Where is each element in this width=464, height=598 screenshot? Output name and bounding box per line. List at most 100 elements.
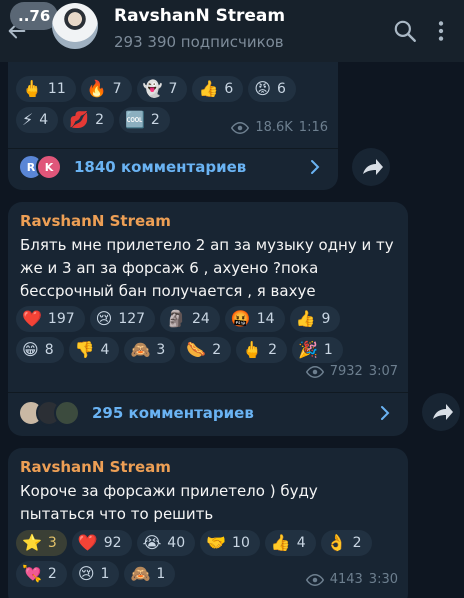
grinning-face-icon: 😁 — [22, 340, 39, 359]
comments-button[interactable]: 295 комментариев — [18, 396, 398, 430]
subscriber-count: 293 390 подписчиков — [114, 33, 284, 51]
party-popper-icon: 🎉 — [297, 340, 318, 359]
avatar — [54, 400, 80, 426]
kiss-lips-icon: 💋 — [69, 110, 90, 129]
reaction-count: 2 — [352, 535, 362, 551]
reaction-pill[interactable]: ❤️ 92 — [71, 530, 132, 556]
reaction-pill[interactable]: 😡 6 — [248, 76, 296, 102]
reaction-count: 92 — [103, 535, 122, 551]
cursing-face-icon: 🤬 — [230, 309, 251, 328]
eye-icon — [305, 573, 324, 586]
post-author[interactable]: RavshanN Stream — [20, 212, 171, 230]
reaction-pill[interactable]: 🖕 11 — [16, 76, 76, 102]
reactions-row: ❤️ 197 😢 127 🗿 24 🤬 14 👍 9 😁 8 👎 4 🙈 3 🌭 2 🖕 2 🎉 1 — [16, 306, 386, 363]
channel-title[interactable]: RavshanN Stream — [114, 6, 285, 26]
heart-icon: ❤️ — [77, 533, 98, 552]
reaction-count: 1 — [156, 566, 166, 582]
reaction-count: 2 — [212, 342, 222, 358]
comments-button[interactable]: R K 1840 комментариев — [18, 150, 328, 184]
commenter-avatars: R K — [18, 154, 62, 180]
chevron-right-icon — [381, 406, 390, 420]
reaction-pill[interactable]: 🔥 7 — [80, 76, 132, 102]
post-text: Короче за форсажи прилетело ) буду пытат… — [20, 482, 318, 523]
channel-post: RavshanN Stream Блять мне прилетело 2 ап… — [8, 202, 408, 436]
reaction-pill[interactable]: 🎉 1 — [291, 337, 343, 363]
channel-avatar[interactable] — [52, 3, 98, 49]
crying-face-icon: 😢 — [95, 309, 113, 328]
reaction-count: 1 — [323, 342, 333, 358]
reaction-pill[interactable]: 😢 127 — [89, 306, 156, 332]
reaction-pill[interactable]: 👎 4 — [68, 337, 120, 363]
reaction-count: 2 — [268, 342, 277, 358]
reaction-pill[interactable]: 🖕 2 — [236, 337, 287, 363]
reaction-pill[interactable]: 🆒 2 — [119, 107, 170, 133]
search-icon[interactable] — [392, 18, 418, 44]
lightning-icon: ⚡ — [22, 110, 34, 129]
reaction-pill[interactable]: 💘 2 — [16, 561, 67, 587]
share-arrow-icon — [363, 159, 383, 175]
reaction-count: 7 — [112, 81, 122, 97]
reaction-pill[interactable]: 🙈 3 — [124, 337, 176, 363]
reaction-pill[interactable]: 🤝 10 — [200, 530, 260, 556]
reaction-count: 197 — [47, 311, 75, 327]
avatar: K — [36, 154, 62, 180]
moai-icon: 🗿 — [166, 309, 186, 328]
eye-icon — [231, 121, 250, 134]
reaction-pill[interactable]: 🌭 2 — [180, 337, 232, 363]
reaction-count: 4 — [39, 112, 49, 128]
reaction-count: 9 — [321, 311, 331, 327]
reaction-count: 2 — [47, 566, 57, 582]
middle-finger-icon: 🖕 — [242, 340, 263, 359]
reaction-pill[interactable]: 💋 2 — [63, 107, 114, 133]
thumbs-up-icon: 👍 — [270, 533, 291, 552]
share-button[interactable] — [422, 393, 460, 431]
reaction-pill[interactable]: 😁 8 — [16, 337, 64, 363]
reaction-count: 3 — [47, 535, 57, 551]
comments-label: 295 комментариев — [92, 404, 254, 422]
view-count: 7932 — [329, 364, 363, 379]
share-button[interactable] — [352, 148, 390, 186]
reaction-pill[interactable]: 🗿 24 — [160, 306, 220, 332]
reaction-count: 4 — [100, 342, 110, 358]
angry-face-icon: 😡 — [254, 79, 271, 98]
thumbs-down-icon: 👎 — [74, 340, 95, 359]
reaction-pill[interactable]: 👍 4 — [264, 530, 316, 556]
reaction-pill[interactable]: ❤️ 197 — [16, 306, 85, 332]
post-author[interactable]: RavshanN Stream — [20, 458, 171, 476]
more-vertical-icon[interactable] — [428, 18, 454, 44]
reaction-pill[interactable]: 😭 40 — [136, 530, 196, 556]
post-time: 1:16 — [298, 120, 328, 135]
reaction-count: 14 — [256, 311, 275, 327]
reaction-pill[interactable]: ⚡ 4 — [16, 107, 59, 133]
post-time: 3:30 — [368, 572, 398, 587]
reaction-count: 2 — [150, 112, 160, 128]
reaction-pill[interactable]: 🤬 14 — [224, 306, 285, 332]
hotdog-icon: 🌭 — [186, 340, 207, 359]
thumbs-up-icon: 👍 — [295, 309, 316, 328]
reaction-pill[interactable]: ⭐ 3 — [16, 530, 67, 556]
handshake-icon: 🤝 — [206, 533, 227, 552]
reaction-pill[interactable]: 😢 1 — [71, 561, 120, 587]
middle-finger-icon: 🖕 — [22, 79, 42, 98]
crying-face-icon: 😢 — [77, 564, 95, 583]
post-meta: 4143 3:30 — [305, 572, 398, 587]
reaction-pill[interactable]: 👌 2 — [320, 530, 372, 556]
view-count: 18.6K — [255, 120, 293, 135]
reaction-pill[interactable]: 🙈 1 — [124, 561, 176, 587]
reaction-pill[interactable]: 👍 9 — [289, 306, 341, 332]
ok-hand-icon: 👌 — [326, 533, 347, 552]
divider — [8, 148, 338, 149]
post-meta: 18.6K 1:16 — [231, 120, 328, 135]
view-count: 4143 — [329, 572, 363, 587]
reaction-count: 8 — [44, 342, 54, 358]
reaction-count: 2 — [95, 112, 104, 128]
reaction-count: 6 — [276, 81, 286, 97]
chat-header: ..76 RavshanN Stream 293 390 подписчиков — [0, 0, 464, 62]
chevron-right-icon — [311, 160, 320, 174]
reaction-pill[interactable]: 👻 7 — [136, 76, 188, 102]
comments-label: 1840 комментариев — [74, 158, 247, 176]
commenter-avatars — [18, 400, 80, 426]
channel-post: RavshanN Stream Короче за форсажи прилет… — [8, 448, 408, 598]
reaction-pill[interactable]: 👍 6 — [192, 76, 244, 102]
reaction-count: 7 — [168, 81, 178, 97]
